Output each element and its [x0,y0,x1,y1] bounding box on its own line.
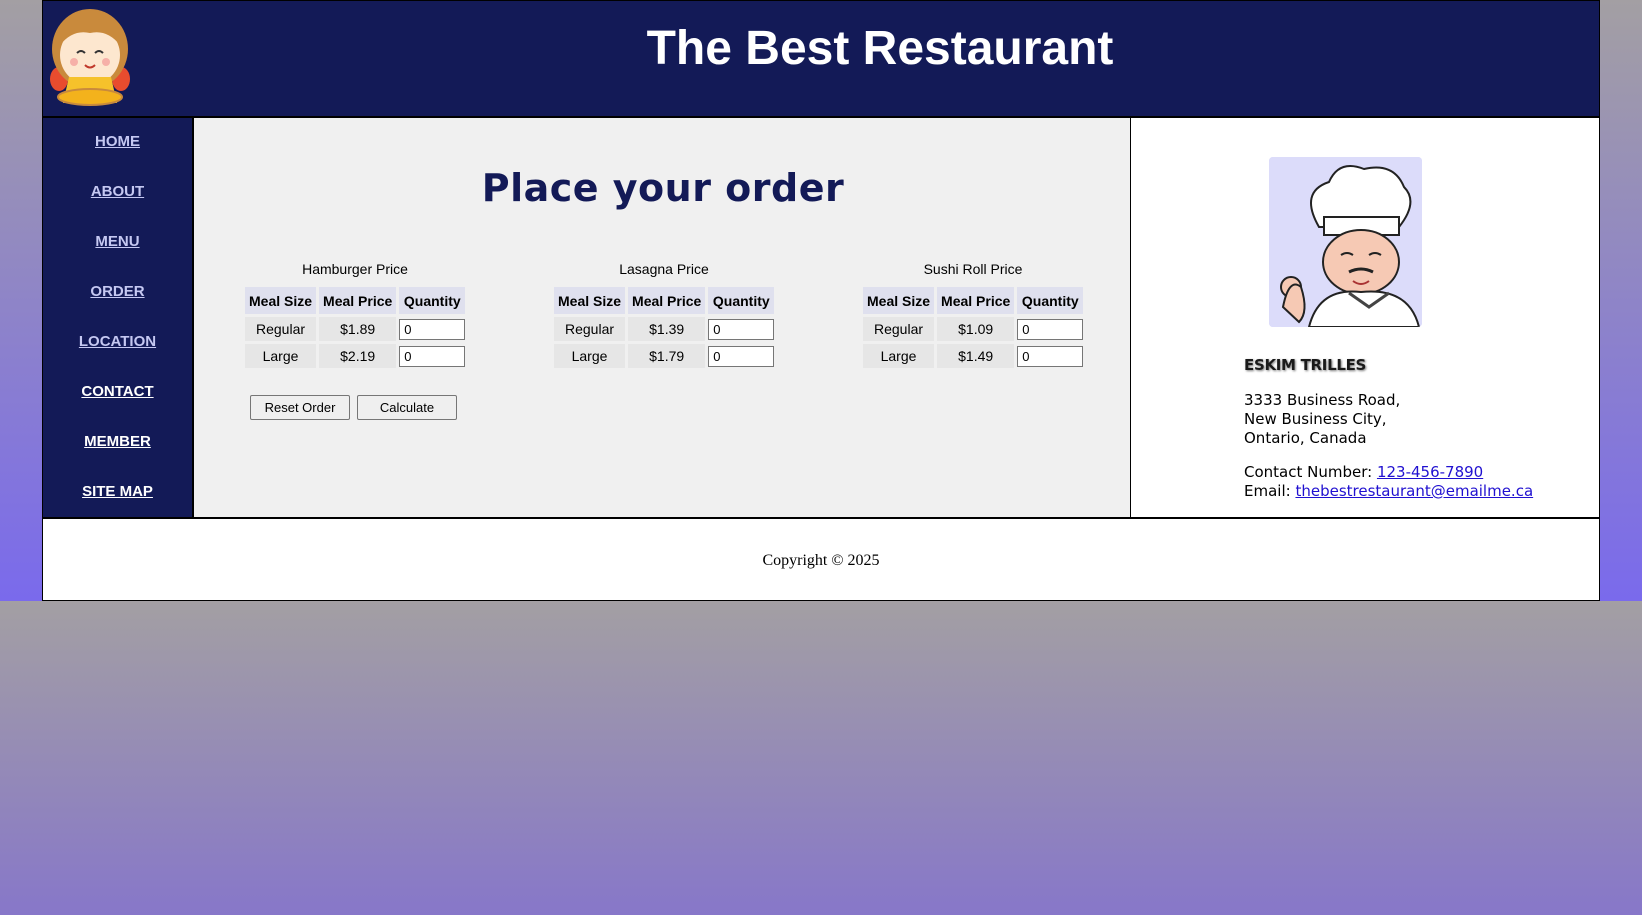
nav-order-link[interactable]: ORDER [43,283,192,300]
page-container: The Best Restaurant HOME ABOUT MENU ORDE… [42,0,1600,601]
meal-price-cell: $1.49 [937,344,1015,368]
meal-size-cell: Regular [554,317,626,341]
nav-member-link[interactable]: MEMBER [43,433,192,450]
table-header-row: Meal Size Meal Price Quantity [245,287,466,314]
sushi-menu-table: Sushi Roll Price Meal Size Meal Price Qu… [860,261,1086,371]
nav-home-link[interactable]: HOME [43,133,192,150]
page-heading: Place your order [481,166,845,210]
quantity-cell [708,344,775,368]
meal-price-cell: $1.79 [628,344,706,368]
col-meal-price: Meal Price [628,287,706,314]
owner-name: ESKIM TRILLES [1244,356,1367,374]
copyright-text: Copyright © 2025 [762,552,880,569]
col-meal-price: Meal Price [319,287,397,314]
meal-size-cell: Large [554,344,626,368]
site-title-wrap: The Best Restaurant [43,1,1599,118]
col-quantity: Quantity [708,287,775,314]
table-header-row: Meal Size Meal Price Quantity [863,287,1084,314]
quantity-cell [1017,317,1084,341]
meal-size-cell: Regular [245,317,317,341]
chef-image-icon [1269,157,1422,327]
quantity-cell [399,344,466,368]
meal-price-cell: $1.09 [937,317,1015,341]
sushi-caption: Sushi Roll Price [923,261,1023,277]
quantity-cell [1017,344,1084,368]
calculate-button[interactable]: Calculate [357,395,457,420]
meal-price-cell: $2.19 [319,344,397,368]
col-quantity: Quantity [1017,287,1084,314]
table-row: Large $2.19 [245,344,466,368]
col-meal-size: Meal Size [863,287,935,314]
meal-size-cell: Large [863,344,935,368]
hamburger-large-qty-input[interactable] [399,345,466,367]
address-line: Ontario, Canada [1244,429,1367,447]
site-title: The Best Restaurant [646,22,1114,75]
contact-sidebar: ESKIM TRILLES 3333 Business Road, New Bu… [1130,118,1599,517]
lasagna-menu-table: Lasagna Price Meal Size Meal Price Quant… [551,261,777,371]
phone-link[interactable]: 123-456-7890 [1377,463,1483,481]
hamburger-caption: Hamburger Price [302,261,408,277]
quantity-cell [708,317,775,341]
site-footer: Copyright © 2025 [43,517,1599,600]
reset-order-button[interactable]: Reset Order [250,395,350,420]
address-line: New Business City, [1244,410,1387,428]
col-quantity: Quantity [399,287,466,314]
table-row: Regular $1.39 [554,317,775,341]
site-header: The Best Restaurant [43,1,1599,118]
sushi-regular-qty-input[interactable] [1017,318,1084,340]
sidebar-nav: HOME ABOUT MENU ORDER LOCATION CONTACT M… [43,118,192,517]
contact-block: Contact Number: 123-456-7890 Email: theb… [1244,463,1533,501]
lasagna-regular-qty-input[interactable] [708,318,775,340]
nav-sitemap-link[interactable]: SITE MAP [43,483,192,500]
nav-about-link[interactable]: ABOUT [43,183,192,200]
order-main: Place your order Hamburger Price Meal Si… [192,118,1130,517]
address-block: 3333 Business Road, New Business City, O… [1244,391,1400,448]
table-row: Large $1.79 [554,344,775,368]
lasagna-large-qty-input[interactable] [708,345,775,367]
hamburger-regular-qty-input[interactable] [399,318,466,340]
hamburger-table: Meal Size Meal Price Quantity Regular $1… [242,284,468,371]
meal-price-cell: $1.39 [628,317,706,341]
email-link[interactable]: thebestrestaurant@emailme.ca [1295,482,1533,500]
col-meal-size: Meal Size [245,287,317,314]
address-line: 3333 Business Road, [1244,391,1401,409]
nav-location-link[interactable]: LOCATION [43,333,192,350]
contact-phone-line: Contact Number: 123-456-7890 [1244,463,1533,482]
nav-menu-link[interactable]: MENU [43,233,192,250]
sushi-large-qty-input[interactable] [1017,345,1084,367]
col-meal-size: Meal Size [554,287,626,314]
table-row: Regular $1.89 [245,317,466,341]
col-meal-price: Meal Price [937,287,1015,314]
contact-email-line: Email: thebestrestaurant@emailme.ca [1244,482,1533,501]
table-header-row: Meal Size Meal Price Quantity [554,287,775,314]
nav-contact-link[interactable]: CONTACT [43,383,192,400]
meal-size-cell: Large [245,344,317,368]
email-label: Email: [1244,482,1296,500]
quantity-cell [399,317,466,341]
hamburger-menu-table: Hamburger Price Meal Size Meal Price Qua… [242,261,468,371]
meal-size-cell: Regular [863,317,935,341]
page-background-bottom [0,601,1642,915]
table-row: Large $1.49 [863,344,1084,368]
meal-price-cell: $1.89 [319,317,397,341]
contact-number-label: Contact Number: [1244,463,1377,481]
lasagna-table: Meal Size Meal Price Quantity Regular $1… [551,284,777,371]
table-row: Regular $1.09 [863,317,1084,341]
lasagna-caption: Lasagna Price [619,261,709,277]
sushi-table: Meal Size Meal Price Quantity Regular $1… [860,284,1086,371]
